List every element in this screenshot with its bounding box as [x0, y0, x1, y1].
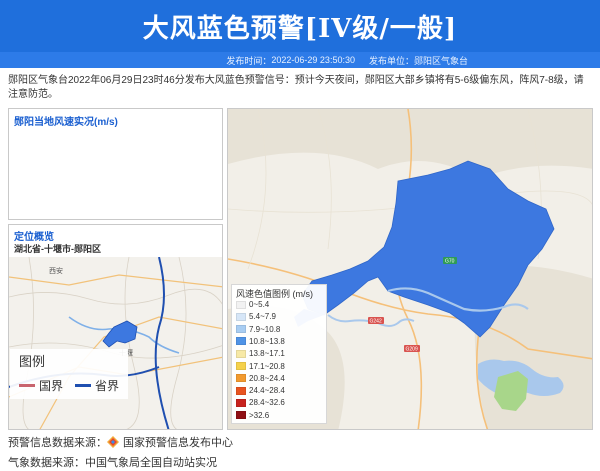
warning-source-link[interactable]: 国家预警信息发布中心 — [123, 434, 233, 450]
wind-legend-item: 13.8~17.1 — [236, 348, 285, 359]
wind-speed-color-legend: 风速色值图例 (m/s) 0~5.4 5.4~7.9 7.9~10.8 10.8~13… — [231, 284, 327, 424]
weather-source-value: 中国气象局全国自动站实况 — [85, 457, 217, 469]
wind-legend-swatch — [236, 312, 246, 321]
map-legend: 图例 国界 省界 — [10, 349, 128, 399]
warning-center-logo-icon — [107, 436, 119, 448]
wind-legend-swatch — [236, 362, 246, 370]
wind-legend-label: 17.1~20.8 — [249, 361, 285, 371]
wind-legend-item: 7.9~10.8 — [236, 324, 280, 335]
wind-legend-item: >32.6 — [236, 410, 269, 421]
location-overview-map[interactable]: 西安 十堰 — [9, 257, 223, 430]
publisher: 郧阳区气象台 — [413, 55, 468, 66]
wind-speed-panel: 郧阳当地风速实况(m/s) — [8, 108, 223, 220]
wind-legend-swatch — [236, 374, 246, 383]
warning-notice-text: 郧阳区气象台2022年06月29日23时46分发布大风蓝色预警信号：预计今天夜间… — [8, 75, 584, 100]
national-border-label: 国界 — [39, 379, 64, 393]
wind-legend-label: 24.4~28.4 — [249, 386, 285, 396]
wind-legend-item: 20.8~24.4 — [236, 373, 285, 384]
wind-legend-swatch — [236, 300, 246, 309]
publish-time: 2022-06-29 23:50:30 — [271, 55, 355, 65]
legend-national-border: 国界 — [19, 377, 63, 394]
wind-legend-item: 28.4~32.6 — [236, 397, 285, 408]
wind-legend-item: 0~5.4 — [236, 299, 269, 310]
warning-source-line: 预警信息数据来源： 国家预警信息发布中心 — [8, 434, 233, 450]
wind-legend-swatch — [236, 398, 246, 407]
wind-legend-item: 5.4~7.9 — [236, 311, 276, 322]
road-label-g242: G242 — [370, 319, 382, 325]
location-path: 湖北省-十堰市-郧阳区 — [14, 244, 101, 254]
publisher-label: 发布单位： — [368, 55, 414, 66]
wind-legend-label: 13.8~17.1 — [249, 349, 285, 359]
wind-legend-label: 7.9~10.8 — [249, 324, 281, 334]
provincial-border-label: 省界 — [95, 379, 120, 393]
wind-legend-item: 24.4~28.4 — [236, 385, 285, 396]
location-overview-panel: 定位概览 湖北省-十堰市-郧阳区 西安 十堰 图例 国界 省界 — [8, 224, 223, 430]
weather-source-label: 气象数据来源： — [8, 457, 85, 469]
page-title: 大风蓝色预警[IV级/一般] — [142, 13, 458, 44]
wind-legend-swatch — [236, 337, 246, 346]
road-label-g209: G209 — [406, 347, 418, 353]
wind-legend-swatch — [236, 411, 246, 420]
wind-legend-label: 20.8~24.4 — [249, 373, 285, 383]
weather-source-line: 气象数据来源： 中国气象局全国自动站实况 — [8, 454, 217, 470]
wind-legend-label: 10.8~13.8 — [249, 336, 285, 346]
wind-legend-swatch — [236, 325, 246, 334]
road-label-g70: G70 — [445, 259, 455, 265]
location-panel-title: 定位概览 — [14, 232, 54, 243]
publish-meta-bar: 发布时间： 2022-06-29 23:50:30 发布单位： 郧阳区气象台 — [0, 52, 600, 68]
wind-legend-swatch — [236, 349, 246, 358]
warning-source-label: 预警信息数据来源： — [8, 437, 107, 449]
wind-legend-swatch — [236, 386, 246, 395]
publish-time-label: 发布时间： — [226, 55, 272, 66]
map-legend-title: 图例 — [19, 354, 46, 369]
wind-legend-label: >32.6 — [249, 410, 270, 420]
legend-provincial-border: 省界 — [75, 377, 119, 394]
city-label-xian: 西安 — [49, 266, 63, 275]
wind-legend-label: 5.4~7.9 — [249, 312, 276, 322]
wind-legend-item: 17.1~20.8 — [236, 361, 285, 372]
provincial-border-swatch — [75, 384, 91, 387]
wind-legend-item: 10.8~13.8 — [236, 336, 285, 347]
national-border-swatch — [19, 384, 35, 387]
wind-speed-panel-title: 郧阳当地风速实况(m/s) — [14, 117, 118, 128]
wind-legend-label: 28.4~32.6 — [249, 398, 285, 408]
title-banner: 大风蓝色预警[IV级/一般] — [0, 0, 600, 52]
wind-legend-label: 0~5.4 — [249, 300, 270, 309]
